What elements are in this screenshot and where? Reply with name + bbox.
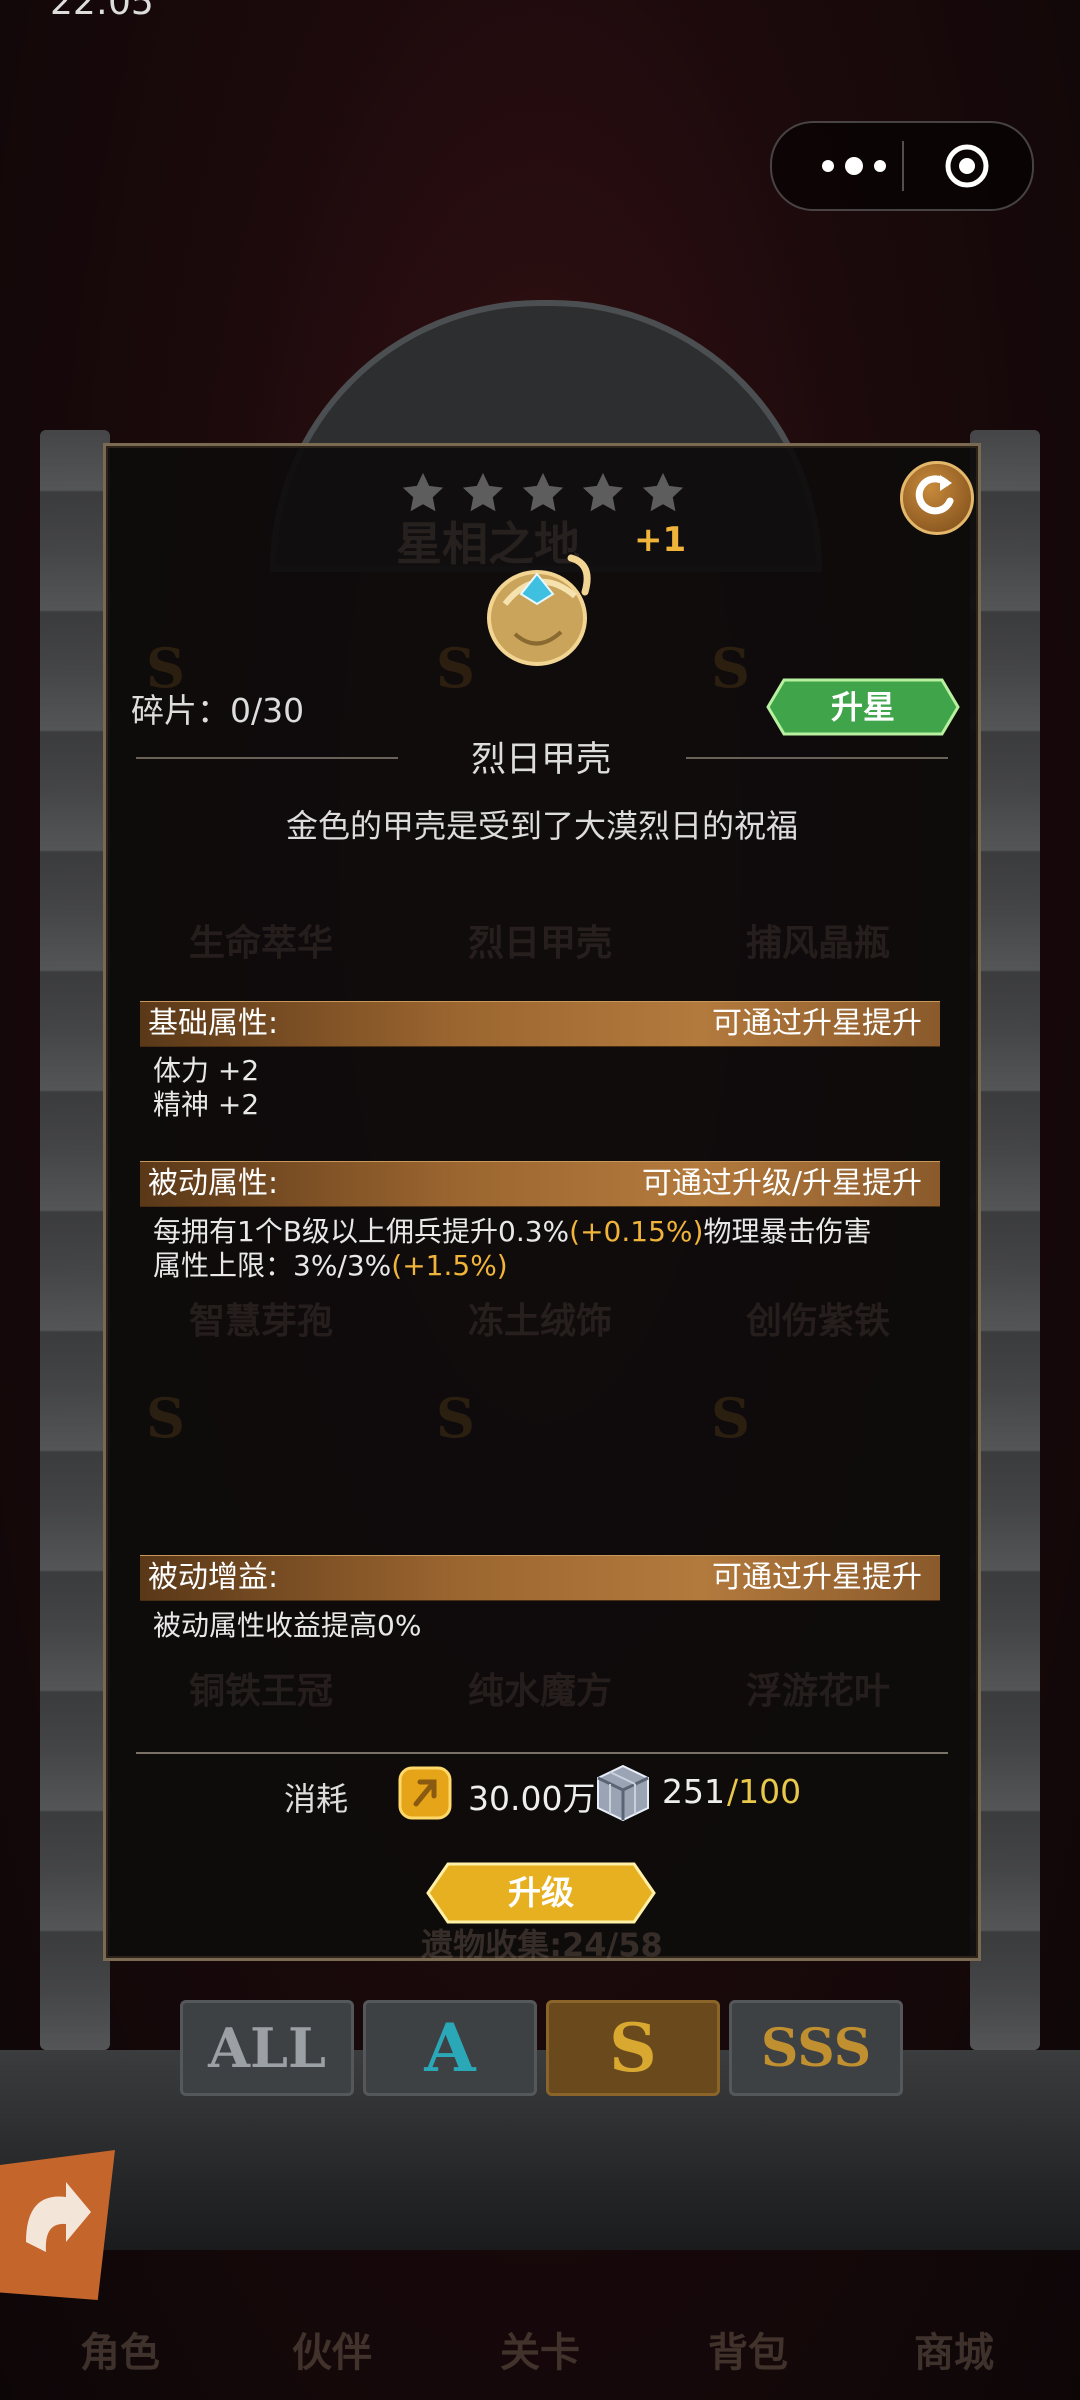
star-icon [582, 472, 624, 512]
section-bar-base: 基础属性: 可通过升星提升 [140, 1001, 940, 1047]
attribute-bonus: (+0.15%) [569, 1215, 704, 1248]
section-bar-gain: 被动增益: 可通过升星提升 [140, 1555, 940, 1601]
gold-coin-icon [398, 1766, 452, 1820]
section-hint: 可通过升级/升星提升 [641, 1166, 922, 1201]
bg-grade-s: S [436, 636, 475, 700]
attribute-line: 精神 +2 [153, 1088, 260, 1121]
star-up-label: 升星 [830, 688, 895, 726]
return-arrow-icon [26, 2182, 91, 2252]
cost-row: 消耗 30.00万 251 /100 [106, 1756, 978, 1826]
tab-a[interactable]: A [363, 2000, 537, 2096]
bg-item-name: 智慧芽孢 [189, 1301, 334, 1342]
bg-grade-s: S [711, 1386, 750, 1450]
collection-progress: 遗物收集:24/58 [421, 1926, 663, 1964]
nav-shop[interactable]: 商城 [884, 2320, 1024, 2378]
cost-label: 消耗 [284, 1780, 349, 1818]
section-hint: 可通过升星提升 [712, 1006, 922, 1041]
bg-item-name: 纯水魔方 [468, 1671, 613, 1712]
section-hint: 可通过升星提升 [712, 1560, 922, 1595]
fragment-count: 碎片：0/30 [131, 691, 305, 730]
return-button[interactable] [0, 2150, 115, 2300]
bg-item-name: 捕风晶瓶 [746, 923, 891, 964]
divider [136, 757, 398, 759]
bg-item-name: 生命萃华 [189, 923, 334, 964]
grade-tabs: ALL A S SSS [180, 2000, 903, 2096]
tab-s[interactable]: S [546, 2000, 720, 2096]
nav-character[interactable]: 角色 [50, 2320, 190, 2378]
refresh-icon [915, 475, 954, 515]
attribute-text: 物理暴击伤害 [703, 1215, 872, 1248]
section-label: 被动增益: [148, 1560, 279, 1595]
bg-item-name: 冻土绒饰 [468, 1301, 613, 1342]
nav-backpack[interactable]: 背包 [678, 2320, 818, 2378]
bg-item-name: 创伤紫铁 [746, 1301, 891, 1342]
coin-amount: 30.00万 [468, 1779, 596, 1818]
divider [136, 1752, 948, 1754]
star-icon [642, 472, 684, 512]
bg-grade-s: S [436, 1386, 475, 1450]
cube-count: 251 [662, 1772, 725, 1811]
section-label: 被动属性: [148, 1166, 279, 1201]
miniprogram-capsule [770, 121, 1034, 211]
attribute-bonus: (+1.5%) [391, 1249, 508, 1282]
cube-required: /100 [727, 1772, 802, 1811]
bg-item-name: 烈日甲壳 [468, 923, 613, 964]
star-icon [462, 472, 504, 512]
relic-detail-panel: 星相之地 S S S 生命萃华 烈日甲壳 捕风晶瓶 智慧芽孢 冻土绒饰 创伤紫铁… [103, 443, 981, 1964]
capsule-divider [902, 141, 904, 191]
more-dots-icon[interactable] [808, 143, 900, 189]
upgrade-label: 升级 [508, 1873, 574, 1912]
section-label: 基础属性: [148, 1006, 279, 1041]
star-up-button[interactable]: 升星 [766, 678, 960, 736]
nav-stage[interactable]: 关卡 [470, 2320, 610, 2378]
bg-grade-s: S [711, 636, 750, 700]
status-bar: 22:05 [0, 0, 1080, 24]
attribute-text: 属性上限：3%/3% [153, 1249, 392, 1282]
section-bar-passive: 被动属性: 可通过升级/升星提升 [140, 1161, 940, 1207]
refresh-button[interactable] [900, 461, 974, 535]
star-icon [402, 472, 444, 512]
cube-material-icon [597, 1764, 649, 1822]
item-name: 烈日甲壳 [470, 740, 611, 780]
target-circle-icon[interactable] [944, 143, 990, 189]
tab-all[interactable]: ALL [180, 2000, 354, 2096]
attribute-line: 属性上限：3%/3%(+1.5%) [153, 1244, 508, 1284]
bg-item-name: 浮游花叶 [746, 1671, 891, 1712]
divider [686, 757, 948, 759]
bottom-nav: 角色 伙伴 关卡 背包 商城 [0, 2290, 1080, 2400]
upgrade-button[interactable]: 升级 [426, 1862, 656, 1924]
star-icon [522, 472, 564, 512]
star-plus-label: +1 [634, 520, 687, 560]
status-time: 22:05 [50, 0, 154, 23]
bg-item-name: 铜铁王冠 [189, 1671, 334, 1712]
left-pillar [40, 430, 110, 2050]
bg-grade-s: S [146, 1386, 185, 1450]
item-description: 金色的甲壳是受到了大漠烈日的祝福 [285, 807, 798, 845]
scarab-shell-icon [487, 554, 591, 666]
attribute-line: 被动属性收益提高0% [153, 1609, 422, 1642]
tab-sss[interactable]: SSS [729, 2000, 903, 2096]
nav-partner[interactable]: 伙伴 [262, 2320, 402, 2378]
